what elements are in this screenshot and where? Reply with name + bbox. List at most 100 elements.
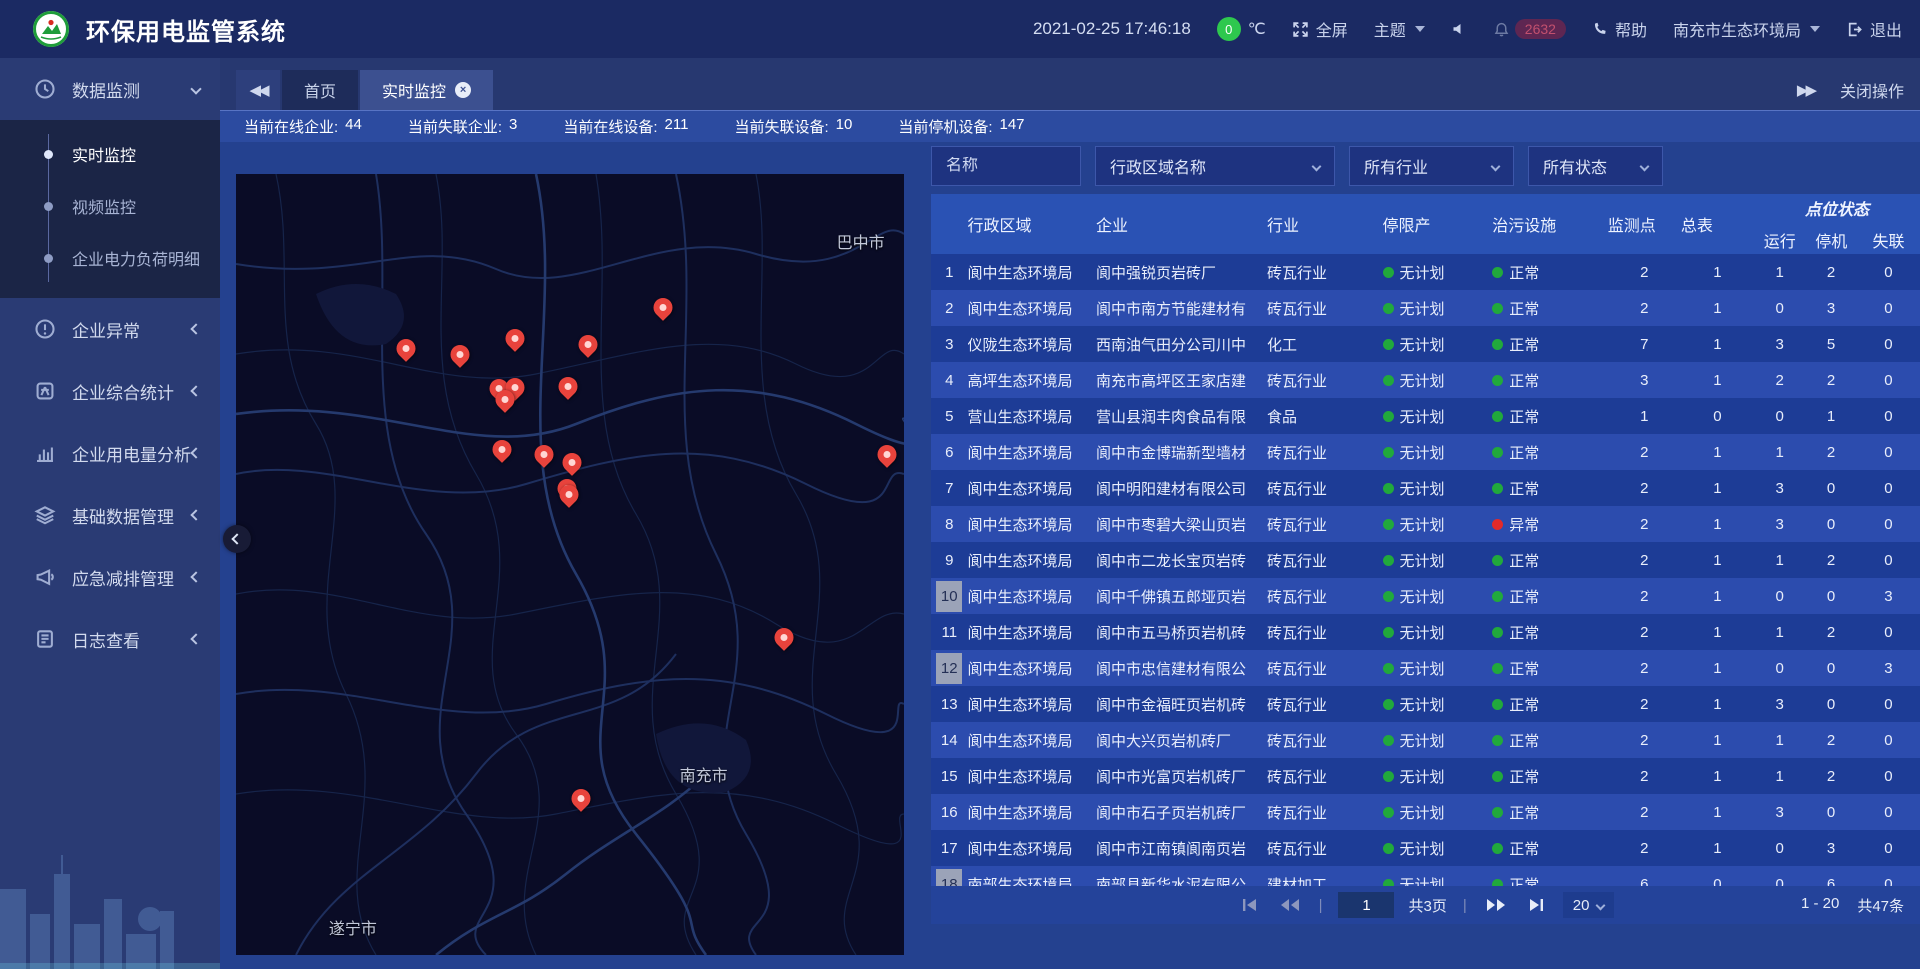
table-row[interactable]: 13阆中生态环境局阆中市金福旺页岩机砖砖瓦行业无计划正常21300 (931, 686, 1920, 722)
name-filter-input[interactable] (946, 157, 1066, 175)
row-index-cell: 18 (931, 869, 968, 887)
row-index-cell: 14 (931, 725, 968, 756)
status-dot-green-icon (1383, 699, 1394, 710)
row-facility-status: 正常 (1492, 406, 1608, 427)
table-row[interactable]: 9阆中生态环境局阆中市二龙长宝页岩砖砖瓦行业无计划正常21120 (931, 542, 1920, 578)
row-lost-count: 0 (1857, 408, 1920, 425)
table-row[interactable]: 14阆中生态环境局阆中大兴页岩机砖厂砖瓦行业无计划正常21120 (931, 722, 1920, 758)
status-filter-select[interactable]: 所有状态 (1528, 146, 1663, 186)
row-monitor-points: 2 (1608, 300, 1681, 317)
industry-filter-select[interactable]: 所有行业 (1349, 146, 1514, 186)
row-stopped-count: 0 (1805, 660, 1856, 677)
row-running-count: 3 (1754, 804, 1805, 821)
stats-bar: 当前在线企业:44当前失联企业:3当前在线设备:211当前失联设备:10当前停机… (220, 110, 1920, 142)
stat-value: 10 (836, 116, 853, 137)
row-lost-count: 0 (1857, 264, 1920, 281)
table-row[interactable]: 12阆中生态环境局阆中市忠信建材有限公砖瓦行业无计划正常21003 (931, 650, 1920, 686)
previous-page-button[interactable] (1277, 894, 1303, 916)
region-filter-select[interactable]: 行政区域名称 (1095, 146, 1335, 186)
page-number-input[interactable] (1338, 892, 1394, 918)
sidebar-section[interactable]: 基础数据管理 (0, 484, 220, 546)
sidebar-section-label: 企业综合统计 (72, 379, 192, 404)
tab-label: 首页 (304, 78, 336, 102)
sound-toggle-button[interactable] (1451, 21, 1467, 37)
sidebar-section[interactable]: 应急减排管理 (0, 546, 220, 608)
table-row[interactable]: 8阆中生态环境局阆中市枣碧大梁山页岩砖瓦行业无计划异常21300 (931, 506, 1920, 542)
row-facility-status: 正常 (1492, 370, 1608, 391)
table-row[interactable]: 4高坪生态环境局南充市高坪区王家店建砖瓦行业无计划正常31220 (931, 362, 1920, 398)
table-row[interactable]: 15阆中生态环境局阆中市光富页岩机砖厂砖瓦行业无计划正常21120 (931, 758, 1920, 794)
tab-实时监控[interactable]: 实时监控× (360, 70, 493, 110)
theme-dropdown[interactable]: 主题 (1374, 17, 1425, 41)
map-canvas[interactable] (236, 174, 904, 955)
row-running-count: 0 (1754, 408, 1805, 425)
row-index-cell: 15 (931, 761, 968, 792)
row-stop-limit: 无计划 (1383, 658, 1493, 679)
status-text: 正常 (1509, 262, 1539, 283)
row-index-cell: 9 (931, 545, 968, 576)
tab-首页[interactable]: 首页 (282, 70, 358, 110)
sidebar-item[interactable]: 实时监控 (0, 128, 220, 180)
row-company: 阆中市江南镇阆南页岩 (1096, 838, 1267, 859)
row-industry: 砖瓦行业 (1267, 730, 1383, 751)
row-index: 12 (936, 653, 962, 684)
row-region: 阆中生态环境局 (968, 622, 1096, 643)
sidebar-section[interactable]: 数据监测 (0, 58, 220, 120)
stat-value: 211 (665, 116, 689, 137)
table-row[interactable]: 7阆中生态环境局阆中明阳建材有限公司砖瓦行业无计划正常21300 (931, 470, 1920, 506)
status-dot-green-icon (1383, 771, 1394, 782)
row-stop-limit: 无计划 (1383, 262, 1493, 283)
table-row[interactable]: 11阆中生态环境局阆中市五马桥页岩机砖砖瓦行业无计划正常21120 (931, 614, 1920, 650)
fullscreen-button[interactable]: 全屏 (1292, 17, 1348, 41)
status-dot-red-icon (1492, 519, 1503, 530)
next-page-button[interactable] (1483, 894, 1509, 916)
sidebar-section[interactable]: 企业用电量分析 (0, 422, 220, 484)
stat-label: 当前在线企业: (244, 116, 338, 137)
sidebar-section[interactable]: 日志查看 (0, 608, 220, 670)
row-region: 阆中生态环境局 (968, 514, 1096, 535)
close-icon[interactable]: × (455, 82, 471, 98)
tabs-scroll-left-button[interactable]: ◀◀ (236, 70, 280, 110)
sidebar-item[interactable]: 视频监控 (0, 180, 220, 232)
tabs-scroll-right-button[interactable]: ▶▶ (1797, 81, 1814, 99)
status-text: 无计划 (1400, 442, 1445, 463)
org-dropdown[interactable]: 南充市生态环境局 (1673, 17, 1820, 41)
page-size-select[interactable]: 20 (1563, 892, 1615, 918)
notifications-button[interactable]: 2632 (1493, 19, 1566, 39)
close-operations-button[interactable]: 关闭操作 (1840, 78, 1904, 102)
sidebar-section[interactable]: 企业综合统计 (0, 360, 220, 422)
row-industry: 砖瓦行业 (1267, 802, 1383, 823)
first-page-button[interactable] (1237, 894, 1263, 916)
table-row[interactable]: 6阆中生态环境局阆中市金博瑞新型墙材砖瓦行业无计划正常21120 (931, 434, 1920, 470)
temperature-badge: 0 (1217, 17, 1241, 41)
table-row[interactable]: 5营山生态环境局营山县润丰肉食品有限食品无计划正常10010 (931, 398, 1920, 434)
table-row[interactable]: 16阆中生态环境局阆中市石子页岩机砖厂砖瓦行业无计划正常21300 (931, 794, 1920, 830)
megaphone-icon (34, 566, 56, 588)
help-button[interactable]: 帮助 (1592, 17, 1647, 41)
table-row[interactable]: 17阆中生态环境局阆中市江南镇阆南页岩砖瓦行业无计划正常21030 (931, 830, 1920, 866)
table-row[interactable]: 18南部生态环境局南部县新华水泥有限公建材加工无计划正常60060 (931, 866, 1920, 886)
status-text: 正常 (1509, 622, 1539, 643)
row-facility-status: 正常 (1492, 658, 1608, 679)
row-facility-status: 正常 (1492, 802, 1608, 823)
sidebar-section[interactable]: 企业异常 (0, 298, 220, 360)
table-row[interactable]: 1阆中生态环境局阆中强锐页岩砖厂砖瓦行业无计划正常21120 (931, 254, 1920, 290)
table-row[interactable]: 3仪陇生态环境局西南油气田分公司川中化工无计划正常71350 (931, 326, 1920, 362)
table-row[interactable]: 2阆中生态环境局阆中市南方节能建材有砖瓦行业无计划正常21030 (931, 290, 1920, 326)
row-index-cell: 17 (931, 833, 968, 864)
row-region: 阆中生态环境局 (968, 586, 1096, 607)
logout-button[interactable]: 退出 (1846, 17, 1902, 41)
last-page-button[interactable] (1523, 894, 1549, 916)
row-running-count: 1 (1754, 732, 1805, 749)
row-index: 4 (936, 365, 962, 396)
sidebar-item[interactable]: 企业电力负荷明细 (0, 232, 220, 284)
sidebar-section-label: 企业异常 (72, 317, 192, 342)
table-row[interactable]: 10阆中生态环境局阆中千佛镇五郎垭页岩砖瓦行业无计划正常21003 (931, 578, 1920, 614)
status-text: 无计划 (1400, 370, 1445, 391)
stat-label: 当前失联设备: (734, 116, 828, 137)
stat-value: 44 (345, 116, 362, 137)
row-region: 阆中生态环境局 (968, 262, 1096, 283)
stat-item: 当前失联企业:3 (408, 116, 518, 137)
row-monitor-points: 2 (1608, 552, 1681, 569)
row-lost-count: 0 (1857, 876, 1920, 887)
